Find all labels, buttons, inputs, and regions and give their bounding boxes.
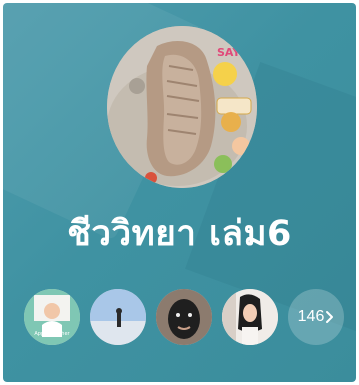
group-title: ชีววิทยา เล่ม6 xyxy=(67,214,292,254)
member-avatar-1-image: Apple Teacher xyxy=(24,289,80,345)
member-count: 146 xyxy=(297,308,325,325)
member-avatar-1[interactable]: Apple Teacher xyxy=(24,289,80,345)
member-avatar-3-image xyxy=(156,289,212,345)
member-avatar-1-caption: Apple Teacher xyxy=(34,331,70,337)
member-avatar-4-image xyxy=(222,289,278,345)
member-avatar-3[interactable] xyxy=(156,289,212,345)
member-list: Apple Teacher 146 xyxy=(24,289,344,345)
group-avatar[interactable]: SAY xyxy=(107,26,257,188)
member-avatar-4[interactable] xyxy=(222,289,278,345)
member-avatar-2-image xyxy=(90,289,146,345)
more-members-button[interactable]: 146 xyxy=(288,289,344,345)
group-profile-card: SAY ชีววิทยา เล่ม6 Apple Teacher 146 xyxy=(3,3,356,382)
group-avatar-image: SAY xyxy=(107,26,257,188)
svg-text:SAY: SAY xyxy=(217,46,241,59)
chevron-right-icon xyxy=(325,310,334,324)
member-avatar-2[interactable] xyxy=(90,289,146,345)
